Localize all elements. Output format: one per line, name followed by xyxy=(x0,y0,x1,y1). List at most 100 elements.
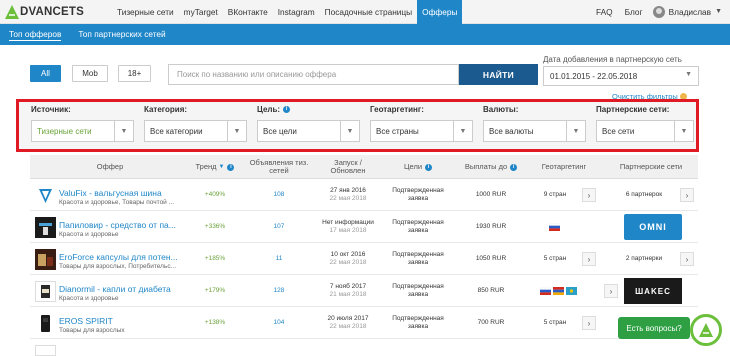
launch-date: 10 окт 2016 xyxy=(330,251,366,258)
info-icon[interactable]: i xyxy=(510,163,518,171)
chevron-right-icon[interactable]: › xyxy=(582,316,596,330)
col-goals: Цели i xyxy=(378,155,458,179)
nav-item-vkontakte[interactable]: ВКонтакте xyxy=(223,0,273,24)
tab-top-offers[interactable]: Топ офферов xyxy=(9,29,62,41)
col-launch[interactable]: Запуск / Обновлен xyxy=(318,155,378,179)
trend-value: +336% xyxy=(204,223,226,230)
avatar xyxy=(652,5,665,18)
offer-category: Красота и здоровье xyxy=(59,295,119,302)
nav-item-teaser-networks[interactable]: Тизерные сети xyxy=(112,0,179,24)
col-trend[interactable]: Тренд ▼ i xyxy=(190,155,240,179)
highlight-frame xyxy=(16,99,699,152)
nav-item-instagram[interactable]: Instagram xyxy=(273,0,320,24)
brand-logo[interactable]: DVANCETS xyxy=(0,0,112,24)
user-menu[interactable]: Владислав ▼ xyxy=(652,5,722,18)
chevron-right-icon[interactable]: › xyxy=(582,252,596,266)
geo-count: 5 стран xyxy=(543,319,567,326)
flag-am-icon xyxy=(553,287,564,295)
geo-flags xyxy=(540,275,602,307)
offer-category: Красота и здоровье, Товары почтой ... xyxy=(59,199,175,206)
trend-value: +179% xyxy=(204,287,226,294)
top-navigation: DVANCETS Тизерные сети myTarget ВКонтакт… xyxy=(0,0,730,24)
date-range-field[interactable]: 01.01.2015 - 22.05.2018 ▼ xyxy=(543,66,699,86)
launch-date: Нет информации xyxy=(322,219,374,226)
col-payouts[interactable]: Выплаты до i xyxy=(458,155,524,179)
col-offer: Оффер xyxy=(96,162,124,171)
table-row[interactable]: EroForce капсулы для потен... Товары для… xyxy=(30,243,698,275)
chevron-right-icon[interactable]: › xyxy=(604,284,618,298)
chevron-right-icon[interactable]: › xyxy=(680,252,694,266)
offer-category: Товары для взрослых xyxy=(59,327,125,334)
ads-count[interactable]: 108 xyxy=(240,179,318,211)
geo-count: 9 стран xyxy=(543,191,567,198)
filter-all-button[interactable]: All xyxy=(30,65,61,82)
offer-thumbnail xyxy=(35,345,56,356)
goal-value: Подтвержденная заявка xyxy=(392,283,444,298)
goal-value: Подтвержденная заявка xyxy=(392,315,444,330)
search-button[interactable]: НАЙТИ xyxy=(459,64,538,85)
offer-name[interactable]: Dianormil - капли от диабета xyxy=(59,284,171,294)
payout-value: 1000 RUR xyxy=(475,191,507,198)
ads-count[interactable]: 104 xyxy=(240,307,318,339)
info-icon[interactable]: i xyxy=(227,163,235,171)
partner-logo-omni[interactable]: OMNI xyxy=(624,214,682,240)
table-row[interactable]: Папиловир - средство от па... Красота и … xyxy=(30,211,698,243)
filter-mob-button[interactable]: Mob xyxy=(72,65,108,82)
offer-name[interactable]: EroForce капсулы для потен... xyxy=(59,252,178,262)
partner-logo-text: ШAKEC xyxy=(635,286,671,296)
ads-count[interactable]: 128 xyxy=(240,275,318,307)
filter-adult-button[interactable]: 18+ xyxy=(118,65,151,82)
launch-dates: 20 июля 2017 22 мая 2018 xyxy=(318,307,378,339)
sort-desc-icon: ▼ xyxy=(218,164,225,170)
info-icon[interactable]: i xyxy=(425,163,433,171)
nav-item-mytarget[interactable]: myTarget xyxy=(179,0,223,24)
offer-name[interactable]: Папиловир - средство от па... xyxy=(59,220,176,230)
partner-logo-shakes[interactable]: ШAKEC xyxy=(624,278,682,304)
col-geo: Геотаргетинг xyxy=(541,162,587,171)
launch-dates: 10 окт 2016 22 мая 2018 xyxy=(318,243,378,275)
flag-ru-icon xyxy=(540,287,551,295)
chevron-down-icon: ▼ xyxy=(715,8,722,15)
trend-value: +185% xyxy=(204,255,226,262)
updated-date: 22 мая 2018 xyxy=(329,323,367,330)
nav-item-blog[interactable]: Блог xyxy=(619,0,649,24)
search-input[interactable]: Поиск по названию или описанию оффера xyxy=(168,64,459,85)
table-row[interactable]: Dianormil - капли от диабета Красота и з… xyxy=(30,275,698,307)
ads-count[interactable]: 11 xyxy=(240,243,318,275)
offer-name[interactable]: EROS SPIRIT xyxy=(59,316,113,326)
chevron-right-icon[interactable]: › xyxy=(680,188,694,202)
offer-category: Красота и здоровье xyxy=(59,231,119,238)
chevron-right-icon[interactable]: › xyxy=(582,188,596,202)
nav-item-landing-pages[interactable]: Посадочные страницы xyxy=(320,0,418,24)
offer-thumbnail xyxy=(35,249,56,270)
chat-button[interactable]: Есть вопросы? xyxy=(618,317,690,339)
flag-kz-icon xyxy=(566,287,577,295)
date-range-label: Дата добавления в партнерскую сеть xyxy=(543,55,682,64)
col-partners: Партнерские сети xyxy=(619,162,683,171)
sub-navigation: Топ офферов Топ партнерских сетей xyxy=(0,24,730,45)
offer-thumbnail xyxy=(35,217,56,238)
payout-value: 1050 RUR xyxy=(475,255,507,262)
offer-category: Товары для взрослых, Потребительс... xyxy=(59,263,177,270)
goal-value: Подтвержденная заявка xyxy=(392,187,444,202)
chevron-down-icon: ▼ xyxy=(685,71,692,78)
ads-count[interactable]: 107 xyxy=(240,211,318,243)
offer-thumbnail xyxy=(35,185,56,206)
payout-value: 700 RUR xyxy=(477,319,505,326)
offer-thumbnail xyxy=(35,281,56,302)
launch-dates: Нет информации 17 мая 2018 xyxy=(318,211,378,243)
table-row[interactable] xyxy=(30,339,698,356)
offer-name[interactable]: ValuFix - вальгусная шина xyxy=(59,188,162,198)
partners-count: 2 партнерки xyxy=(625,255,663,262)
nav-item-faq[interactable]: FAQ xyxy=(590,0,619,24)
table-row[interactable]: EROS SPIRIT Товары для взрослых +138% 10… xyxy=(30,307,698,339)
launch-dates: 7 нояб 2017 21 мая 2018 xyxy=(318,275,378,307)
col-ads[interactable]: Объявления тиз. сетей xyxy=(240,155,318,179)
col-trend-label: Тренд xyxy=(195,162,217,171)
geo-flags xyxy=(535,211,575,243)
tab-top-partner-networks[interactable]: Топ партнерских сетей xyxy=(78,29,165,40)
table-row[interactable]: ValuFix - вальгусная шина Красота и здор… xyxy=(30,179,698,211)
chat-avatar-icon[interactable] xyxy=(690,314,722,346)
flag-ru-icon xyxy=(548,223,560,231)
nav-item-offers[interactable]: Офферы xyxy=(417,0,463,24)
